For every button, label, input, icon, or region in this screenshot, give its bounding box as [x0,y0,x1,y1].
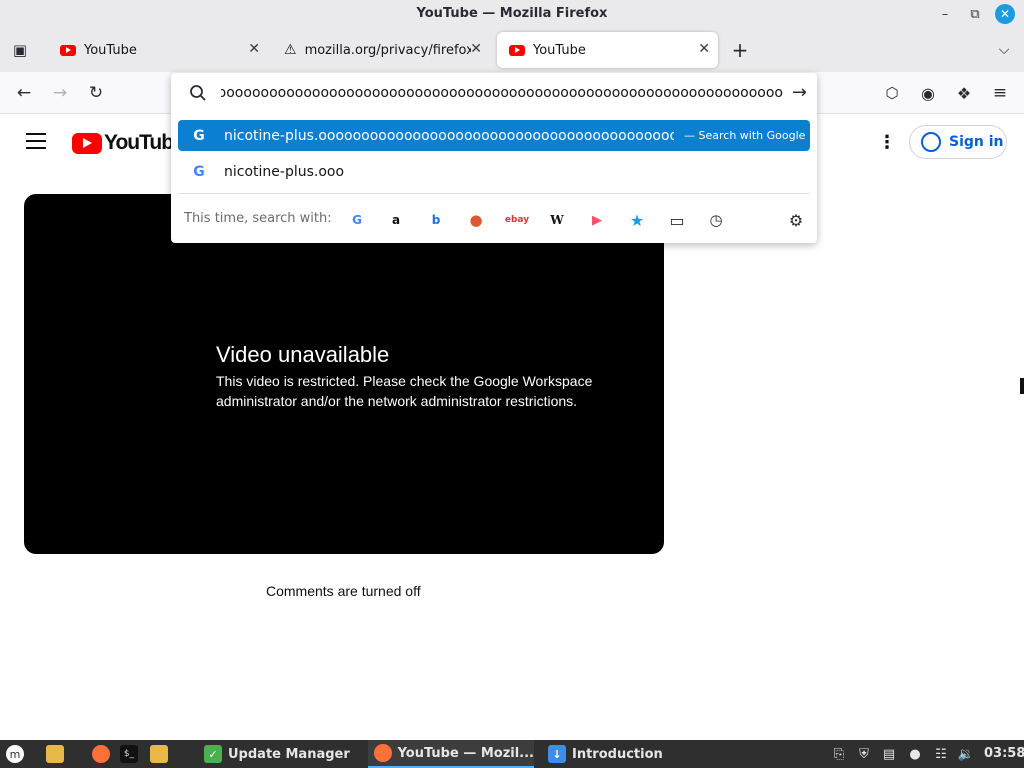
forward-icon[interactable]: → [48,81,72,105]
youtube-icon[interactable]: ▶ [586,209,608,231]
close-tab-icon[interactable]: ✕ [248,41,260,57]
back-icon[interactable]: ← [12,81,36,105]
comments-status: Comments are turned off [266,583,421,599]
show-desktop-icon[interactable] [46,744,70,764]
url-bar[interactable]: nicotine-plus.oooooooooooooooooooooooooo… [171,73,817,113]
duckduckgo-icon[interactable]: ● [465,209,487,231]
account-icon[interactable]: ◉ [916,81,940,105]
tab-overview-icon[interactable]: ▣ [8,38,32,62]
task-label: YouTube — Mozil... [397,745,534,761]
tabs-icon[interactable]: ▭ [666,209,688,231]
youtube-logo[interactable]: YouTube [72,131,185,155]
taskbar-item-firefox[interactable]: YouTube — Mozil... [368,740,534,768]
sign-in-label: Sign in [949,134,1004,150]
youtube-icon [509,44,525,56]
url-dropdown: nicotine-plus.oooooooooooooooooooooooooo… [171,73,817,243]
app-menu-icon[interactable]: ≡ [988,81,1012,105]
minimize-icon[interactable]: – [935,4,955,24]
google-icon[interactable]: G [346,209,368,231]
taskbar-item-introduction[interactable]: ↓ Introduction [544,740,704,768]
video-error-title: Video unavailable [216,342,390,367]
terminal-icon[interactable]: $_ [120,744,144,764]
reload-icon[interactable]: ↻ [84,81,108,105]
network-icon[interactable]: ☷ [932,744,950,764]
list-all-tabs-icon[interactable]: ⌵ [992,38,1016,62]
hamburger-menu-icon[interactable] [26,133,46,149]
new-tab-icon[interactable]: + [728,38,752,62]
history-icon[interactable]: ◷ [705,209,727,231]
files-icon[interactable] [150,744,174,764]
shield-icon: ✓ [204,745,222,763]
google-icon: G [193,127,205,144]
bookmarks-icon[interactable]: ★ [626,209,648,231]
video-player[interactable]: Video unavailable This video is restrict… [24,194,664,554]
window-title: YouTube — Mozilla Firefox [416,6,608,21]
settings-gear-icon[interactable]: ⚙ [785,209,807,231]
more-options-icon[interactable]: ⋮ [878,132,896,153]
firefox-launcher-icon[interactable] [92,744,116,764]
clock[interactable]: 03:58 [984,746,1024,761]
close-tab-icon[interactable]: ✕ [470,41,482,57]
shield-tray-icon[interactable]: ⛨ [855,744,873,764]
tab-label: YouTube [84,42,137,58]
pocket-icon[interactable]: ⬡ [880,81,904,105]
video-error-message: This video is restricted. Please check t… [216,373,593,409]
ebay-icon[interactable]: ebay [505,209,529,231]
keyboard-layout-icon[interactable]: ▤ [880,744,898,764]
tab-mozilla-privacy[interactable]: ⚠ mozilla.org/privacy/firefox/ ✕ [272,32,490,68]
tab-youtube-active[interactable]: YouTube ✕ [497,32,718,68]
firefox-icon [374,744,392,762]
youtube-icon [60,44,76,56]
window-titlebar: YouTube — Mozilla Firefox – ⧉ ✕ [0,0,1024,28]
close-tab-icon[interactable]: ✕ [698,41,710,57]
scrollbar-thumb[interactable] [1020,378,1024,394]
download-icon: ↓ [548,745,566,763]
tab-strip: ▣ YouTube ✕ ⚠ mozilla.org/privacy/firefo… [0,28,1024,72]
task-label: Update Manager [228,746,350,762]
suggestion-row[interactable]: G nicotine-plus.ooo [178,156,810,187]
task-label: Introduction [572,746,663,762]
suggestion-row[interactable]: G nicotine-plus.oooooooooooooooooooooooo… [178,120,810,151]
tab-label: mozilla.org/privacy/firefox/ [304,42,471,58]
extensions-icon[interactable]: ❖ [952,81,976,105]
divider [178,193,810,194]
tab-label: YouTube [533,42,586,58]
clipboard-icon[interactable]: ⎘ [830,744,848,764]
suggestion-text: nicotine-plus.oooooooooooooooooooooooooo… [224,127,674,144]
taskbar: m $_ ✓ Update Manager YouTube — Mozil...… [0,740,1024,768]
mint-menu-icon[interactable]: m [6,744,30,764]
maximize-icon[interactable]: ⧉ [965,4,985,24]
sign-in-button[interactable]: Sign in [909,125,1007,159]
google-icon: G [193,163,205,180]
youtube-play-icon [72,132,102,154]
close-window-icon[interactable]: ✕ [995,4,1015,24]
avatar-icon [921,132,941,152]
suggestion-action: — Search with Google [684,129,806,142]
bing-icon[interactable]: b [425,209,447,231]
amazon-icon[interactable]: a [385,209,407,231]
wikipedia-icon[interactable]: W [546,209,568,231]
search-with-label: This time, search with: [184,211,332,226]
tab-youtube-1[interactable]: YouTube ✕ [48,32,268,68]
search-icon [190,85,206,101]
warning-icon: ⚠ [284,42,297,58]
volume-icon[interactable]: 🔉 [957,744,975,764]
user-icon[interactable]: ● [906,744,924,764]
go-arrow-icon[interactable]: → [792,82,807,103]
taskbar-item-update-manager[interactable]: ✓ Update Manager [200,740,360,768]
url-input-field[interactable]: nicotine-plus.oooooooooooooooooooooooooo… [221,85,783,103]
suggestion-text: nicotine-plus.ooo [224,163,345,180]
